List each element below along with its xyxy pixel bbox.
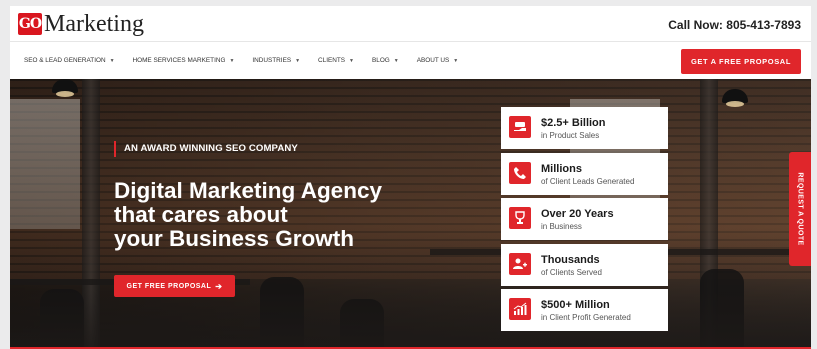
- growth-chart-icon: [509, 298, 531, 320]
- nav-menu: SEO & LEAD GENERATION ▼ HOME SERVICES MA…: [24, 57, 476, 64]
- nav-item-label: BLOG: [372, 57, 390, 64]
- hero-headline-line: that cares about: [114, 202, 288, 227]
- stat-subtitle: of Clients Served: [541, 267, 602, 277]
- add-user-icon: [509, 252, 531, 275]
- chevron-down-icon: ▼: [393, 57, 399, 64]
- hero-section: AN AWARD WINNING SEO COMPANY Digital Mar…: [10, 79, 811, 349]
- stat-card-years-in-business: Over 20 Years in Business: [501, 198, 668, 240]
- phone-number[interactable]: 805-413-7893: [726, 18, 801, 32]
- main-navigation: SEO & LEAD GENERATION ▼ HOME SERVICES MA…: [10, 43, 811, 79]
- hero-headline-line: your Business Growth: [114, 226, 355, 251]
- hero-headline: Digital Marketing Agency that cares abou…: [114, 179, 454, 251]
- stat-title: $2.5+ Billion: [541, 117, 606, 129]
- hero-background-window: [10, 99, 80, 229]
- stats-panel: $2.5+ Billion in Product Sales Millions …: [501, 107, 668, 335]
- stat-subtitle: in Business: [541, 222, 582, 231]
- nav-item-about-us[interactable]: ABOUT US ▼: [417, 57, 459, 64]
- nav-item-blog[interactable]: BLOG ▼: [372, 57, 399, 64]
- nav-item-home-services-marketing[interactable]: HOME SERVICES MARKETING ▼: [133, 57, 235, 64]
- stat-subtitle: of Client Leads Generated: [541, 176, 635, 186]
- hero-floor-shade: [10, 289, 811, 349]
- call-now[interactable]: Call Now: 805-413-7893: [668, 18, 801, 32]
- stat-subtitle: in Client Profit Generated: [541, 313, 631, 322]
- nav-item-seo-lead-generation[interactable]: SEO & LEAD GENERATION ▼: [24, 57, 115, 64]
- logo-text: Marketing: [44, 11, 144, 37]
- chevron-down-icon: ▼: [349, 57, 354, 64]
- stat-card-clients-served: Thousands of Clients Served: [501, 243, 668, 286]
- logo-badge: GO: [18, 13, 42, 35]
- stat-card-client-profit: $500+ Million in Client Profit Generated: [501, 289, 668, 331]
- hero-tagline: AN AWARD WINNING SEO COMPANY: [114, 141, 298, 157]
- request-a-quote-tab[interactable]: REQUEST A QUOTE: [789, 152, 811, 266]
- chevron-down-icon: ▼: [453, 57, 459, 64]
- cta-label: GET FREE PROPOSAL: [126, 282, 212, 290]
- nav-item-industries[interactable]: INDUSTRIES ▼: [252, 57, 300, 64]
- get-free-proposal-cta-button[interactable]: GET FREE PROPOSAL ➔: [114, 275, 235, 297]
- call-label: Call Now:: [668, 18, 723, 32]
- nav-item-label: ABOUT US: [416, 57, 450, 64]
- request-a-quote-label: REQUEST A QUOTE: [796, 172, 804, 246]
- nav-item-label: INDUSTRIES: [252, 57, 292, 64]
- nav-item-clients[interactable]: CLIENTS ▼: [318, 57, 354, 64]
- stat-title: Thousands: [541, 253, 600, 266]
- page: GO Marketing Call Now: 805-413-7893 SEO …: [0, 0, 817, 349]
- hero-headline-line: Digital Marketing Agency: [114, 178, 382, 203]
- trophy-icon: [509, 207, 531, 229]
- phone-icon: [509, 161, 531, 184]
- stat-card-product-sales: $2.5+ Billion in Product Sales: [501, 107, 668, 149]
- stat-card-client-leads: Millions of Client Leads Generated: [501, 152, 668, 195]
- nav-item-label: CLIENTS: [318, 57, 346, 64]
- nav-item-label: HOME SERVICES MARKETING: [132, 57, 226, 64]
- get-free-proposal-button[interactable]: GET A FREE PROPOSAL: [681, 49, 801, 74]
- chevron-down-icon: ▼: [109, 57, 115, 64]
- nav-item-label: SEO & LEAD GENERATION: [24, 57, 106, 64]
- stat-title: Over 20 Years: [541, 208, 614, 220]
- chevron-down-icon: ▼: [229, 57, 235, 64]
- stat-subtitle: in Product Sales: [541, 131, 600, 140]
- site-logo[interactable]: GO Marketing: [18, 12, 144, 36]
- pendant-lamp-glow: [56, 91, 74, 97]
- pendant-lamp-glow: [726, 101, 744, 107]
- chevron-down-icon: ▼: [295, 57, 301, 64]
- arrow-right-icon: ➔: [215, 281, 223, 291]
- stat-title: Millions: [541, 162, 582, 175]
- top-header: GO Marketing Call Now: 805-413-7893: [10, 6, 811, 42]
- stat-title: $500+ Million: [541, 299, 610, 311]
- website-frame: GO Marketing Call Now: 805-413-7893 SEO …: [10, 6, 811, 349]
- sales-hand-icon: [509, 116, 531, 138]
